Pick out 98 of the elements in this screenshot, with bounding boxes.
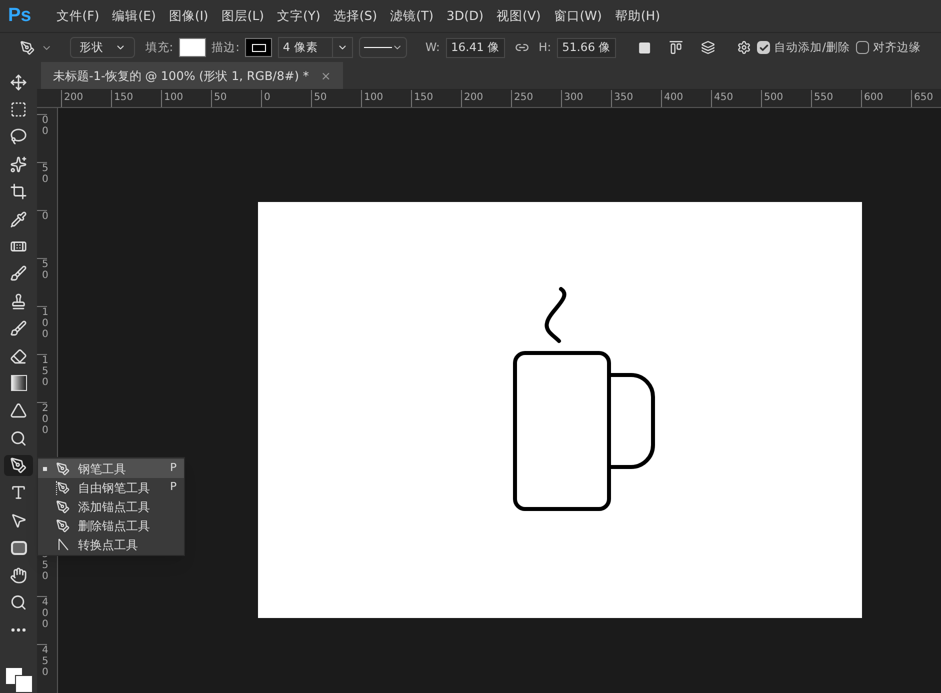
color-swatches[interactable] (4, 667, 32, 693)
menu-item[interactable]: 3D(D) (446, 6, 484, 26)
shortcut-label: P (170, 460, 178, 476)
pen-icon (10, 457, 27, 474)
sparkle-icon (10, 156, 27, 173)
menu-item[interactable]: 文件(F) (56, 6, 100, 26)
menu-item[interactable]: 文字(Y) (277, 6, 320, 26)
ruler-label: 250 (511, 90, 561, 107)
flyout-item-label: 添加锚点工具 (78, 498, 151, 516)
ruler-label: 50 (37, 162, 47, 210)
ruler-label: 500 (761, 90, 811, 107)
checkbox[interactable] (757, 41, 770, 54)
more-icon (11, 628, 26, 632)
pen-icon (56, 518, 70, 532)
ruler-label: 150 (111, 90, 161, 107)
ruler-label: 400 (37, 596, 47, 644)
triangle-icon (10, 402, 27, 420)
flyout-item-label: 自由钢笔工具 (78, 480, 151, 496)
pen-icon (56, 480, 70, 494)
menu-item[interactable]: 编辑(E) (112, 6, 156, 26)
stroke-style-dropdown[interactable] (359, 37, 408, 58)
brush-icon (10, 265, 27, 282)
ruler-label: 350 (611, 90, 661, 107)
convert-point-icon (57, 538, 69, 551)
menu-item[interactable]: 帮助(H) (614, 6, 660, 26)
width-label: W: (425, 38, 440, 56)
ruler-label: 100 (161, 90, 211, 107)
ruler-label: 200 (61, 90, 111, 107)
ruler-label: 450 (37, 644, 47, 692)
gradient-icon (10, 375, 26, 392)
eyedropper-icon (10, 210, 27, 228)
shortcut-label: P (170, 479, 178, 496)
brush-icon (10, 320, 27, 338)
pointer-icon (10, 512, 27, 529)
ruler-label: 100 (361, 90, 411, 107)
flyout-item-label: 删除锚点工具 (78, 518, 151, 534)
flyout-item-label: 钢笔工具 (78, 460, 127, 478)
menu-item[interactable]: 滤镜(T) (390, 6, 434, 26)
checkbox-label: 对齐边缘 (873, 38, 922, 56)
eraser-icon (10, 348, 27, 364)
pen-icon (56, 500, 70, 514)
ruler-label: 600 (861, 90, 911, 107)
stroke-width-dropdown[interactable]: 4 像素 (278, 37, 354, 58)
flyout-item[interactable]: 钢笔工具 P (38, 459, 184, 478)
fill-label: 填充: (145, 38, 174, 56)
ruler-label: 100 (37, 306, 47, 354)
selected-marker-icon (43, 466, 47, 470)
lasso-icon (10, 128, 27, 146)
flyout-item[interactable]: 删除锚点工具 (38, 516, 184, 535)
pen-icon (56, 462, 70, 476)
ruler-label: 50 (311, 90, 361, 107)
menu-item[interactable]: 视图(V) (496, 6, 541, 26)
menu-item[interactable]: 图像(I) (168, 6, 208, 26)
stamp-icon (10, 292, 27, 310)
ruler-label: 550 (811, 90, 861, 107)
hand-icon (10, 566, 27, 584)
mode-dropdown[interactable]: 形状 (70, 37, 136, 58)
document-tab[interactable]: 未标题-1-恢复的 @ 100% (形状 1, RGB/8#) * × (41, 62, 343, 89)
ruler-label: 400 (661, 90, 711, 107)
flyout-item[interactable]: 自由钢笔工具 P (38, 478, 184, 497)
ruler-label: 50 (211, 90, 261, 107)
ruler-label: 00 (37, 114, 47, 162)
crop-icon (10, 183, 27, 200)
ruler-label: 300 (561, 90, 611, 107)
ruler-label: 200 (461, 90, 511, 107)
height-label: H: (538, 38, 552, 56)
tool-button[interactable] (4, 455, 33, 476)
stroke-swatch[interactable] (245, 38, 272, 57)
close-icon[interactable]: × (320, 66, 331, 84)
checkbox-label: 自动添加/删除 (774, 38, 850, 56)
width-field[interactable]: 16.41 像 (446, 38, 505, 58)
flyout-item[interactable]: 添加锚点工具 (38, 497, 184, 516)
ruler-label: 650 (911, 90, 941, 107)
ruler-label: 450 (711, 90, 761, 107)
line-style-icon (364, 47, 392, 48)
ruler-label: 200 (37, 402, 47, 450)
path-alignment-icon[interactable] (668, 40, 683, 55)
magnifier-icon (10, 430, 27, 447)
ruler-label: 150 (37, 354, 47, 402)
menu-item[interactable]: 窗口(W) (554, 6, 602, 26)
search-icon (10, 594, 27, 612)
checkbox[interactable] (856, 41, 870, 54)
marquee-icon (10, 100, 27, 118)
type-icon (10, 484, 27, 502)
menu-item[interactable]: 图层(L) (221, 6, 264, 26)
menu-item[interactable]: 选择(S) (333, 6, 378, 26)
settings-icon[interactable] (737, 40, 752, 55)
pen-icon[interactable] (20, 40, 36, 56)
height-field[interactable]: 51.66 像 (557, 38, 616, 58)
ruler-label: 50 (37, 258, 47, 306)
ruler-label: 0 (37, 210, 47, 258)
move-icon (10, 74, 27, 91)
ruler-label: 0 (261, 90, 311, 107)
flyout-item-label: 转换点工具 (78, 536, 139, 554)
stroke-label: 描边: (212, 38, 240, 56)
ruler-label: 150 (411, 90, 461, 107)
fill-swatch[interactable] (179, 38, 206, 57)
app-logo: Ps (8, 4, 32, 28)
